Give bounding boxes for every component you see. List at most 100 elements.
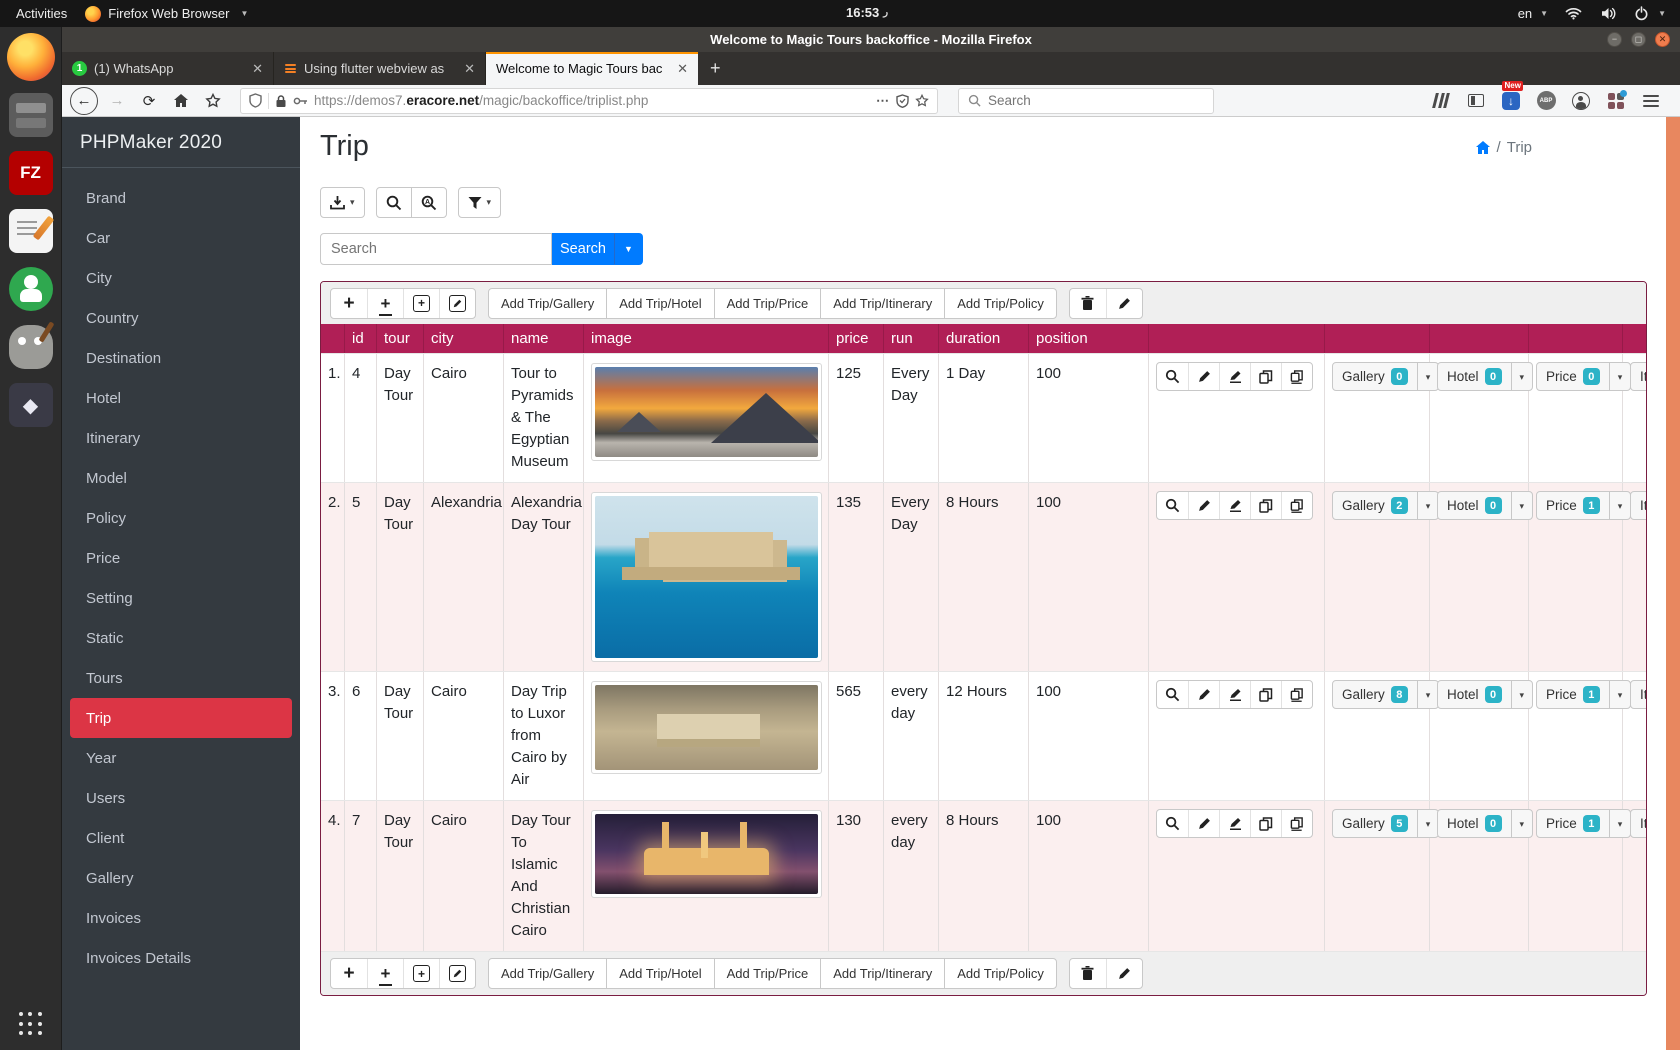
url-bar[interactable]: https://demos7.eracore.net/magic/backoff…: [240, 88, 938, 114]
tab-whatsapp[interactable]: 1 (1) WhatsApp ✕: [62, 52, 274, 85]
sidebar-item[interactable]: Trip: [70, 698, 292, 738]
copy-button[interactable]: [1250, 363, 1281, 390]
library-icon[interactable]: [1430, 90, 1452, 112]
tab-magic-tours[interactable]: Welcome to Magic Tours bac ✕: [486, 52, 698, 85]
bookmark-page-star-icon[interactable]: [915, 94, 929, 108]
grid-add-button[interactable]: +: [403, 959, 439, 988]
col-image[interactable]: image: [584, 324, 829, 353]
lock-icon[interactable]: [275, 94, 287, 108]
add-trip-hotel-button[interactable]: Add Trip/Hotel: [606, 288, 714, 319]
sidebar-item[interactable]: Client: [70, 818, 292, 858]
add-button[interactable]: +: [331, 959, 367, 988]
minimize-button[interactable]: −: [1607, 32, 1622, 47]
copy-button[interactable]: [1250, 810, 1281, 837]
dock-text-editor-icon[interactable]: [9, 209, 53, 253]
grid-add-button[interactable]: +: [403, 289, 439, 318]
sidebar-item[interactable]: Country: [70, 298, 292, 338]
col-id[interactable]: id: [345, 324, 377, 353]
sidebar-item[interactable]: Tours: [70, 658, 292, 698]
gallery-split-button[interactable]: Gallery5 ▾: [1332, 809, 1439, 838]
power-menu[interactable]: ▼: [1634, 6, 1666, 21]
pocket-shield-icon[interactable]: [896, 94, 909, 108]
hotel-split-button[interactable]: Hotel0 ▾: [1437, 680, 1533, 709]
clock[interactable]: 16:53 ر: [846, 5, 888, 20]
trip-photo[interactable]: [591, 492, 822, 662]
copy-underline-button[interactable]: [1281, 492, 1312, 519]
sidebar-item[interactable]: Policy: [70, 498, 292, 538]
gallery-split-button[interactable]: Gallery0 ▾: [1332, 362, 1439, 391]
col-name[interactable]: name: [504, 324, 584, 353]
edit-button[interactable]: [1188, 492, 1219, 519]
add-trip-itinerary-button[interactable]: Add Trip/Itinerary: [820, 288, 945, 319]
forward-button[interactable]: →: [104, 88, 130, 114]
sidebar-item[interactable]: Users: [70, 778, 292, 818]
sidebar-item[interactable]: Year: [70, 738, 292, 778]
trip-photo[interactable]: [591, 681, 822, 774]
sidebar-item[interactable]: Invoices: [70, 898, 292, 938]
edit-button[interactable]: [1188, 681, 1219, 708]
dock-gimp-icon[interactable]: [9, 325, 53, 369]
price-split-button[interactable]: Price1 ▾: [1536, 491, 1631, 520]
browser-search[interactable]: [958, 88, 1214, 114]
add-trip-price-button[interactable]: Add Trip/Price: [714, 288, 822, 319]
gallery-split-button[interactable]: Gallery8 ▾: [1332, 680, 1439, 709]
trip-photo[interactable]: [591, 363, 822, 461]
multi-edit-button[interactable]: [1106, 289, 1142, 318]
add-trip-gallery-button[interactable]: Add Trip/Gallery: [488, 958, 607, 989]
add-button[interactable]: +: [331, 289, 367, 318]
dock-files-icon[interactable]: [9, 93, 53, 137]
sidebar-item[interactable]: Car: [70, 218, 292, 258]
itinerary-split-button[interactable]: Itinerary: [1630, 680, 1647, 709]
itinerary-split-button[interactable]: Itinerary: [1630, 491, 1647, 520]
view-button[interactable]: [1157, 363, 1188, 390]
new-tab-button[interactable]: +: [698, 52, 733, 85]
add-inline-button[interactable]: +: [367, 289, 403, 318]
maximize-button[interactable]: ◻: [1631, 32, 1646, 47]
back-button[interactable]: ←: [70, 87, 98, 115]
sidebar-toggle-icon[interactable]: [1465, 90, 1487, 112]
hotel-split-button[interactable]: Hotel0 ▾: [1437, 362, 1533, 391]
dock-filezilla-icon[interactable]: FZ: [9, 151, 53, 195]
copy-button[interactable]: [1250, 681, 1281, 708]
export-button[interactable]: ▾: [320, 187, 365, 218]
sidebar-item[interactable]: Static: [70, 618, 292, 658]
home-button[interactable]: [168, 88, 194, 114]
multi-edit-button[interactable]: [1106, 959, 1142, 988]
search-options-caret[interactable]: ▼: [614, 233, 643, 265]
delete-button[interactable]: [1070, 289, 1106, 318]
sidebar-item[interactable]: Gallery: [70, 858, 292, 898]
sidebar-item[interactable]: Model: [70, 458, 292, 498]
edit-button[interactable]: [1188, 810, 1219, 837]
reload-button[interactable]: ⟳: [136, 88, 162, 114]
filter-button[interactable]: ▾: [458, 187, 502, 218]
url-text[interactable]: https://demos7.eracore.net/magic/backoff…: [314, 93, 870, 108]
inline-edit-button[interactable]: [1219, 492, 1250, 519]
col-price[interactable]: price: [829, 324, 884, 353]
tab-flutter-webview[interactable]: Using flutter webview as ✕: [274, 52, 486, 85]
home-icon[interactable]: [1475, 140, 1491, 155]
price-split-button[interactable]: Price0 ▾: [1536, 362, 1631, 391]
view-button[interactable]: [1157, 810, 1188, 837]
copy-button[interactable]: [1250, 492, 1281, 519]
shield-icon[interactable]: [249, 93, 262, 108]
col-position[interactable]: position: [1029, 324, 1149, 353]
trip-photo[interactable]: [591, 810, 822, 898]
window-titlebar[interactable]: Welcome to Magic Tours backoffice - Mozi…: [62, 27, 1680, 52]
activities-button[interactable]: Activities: [16, 6, 67, 21]
itinerary-split-button[interactable]: Itinerary: [1630, 362, 1647, 391]
add-trip-price-button[interactable]: Add Trip/Price: [714, 958, 822, 989]
view-button[interactable]: [1157, 681, 1188, 708]
copy-underline-button[interactable]: [1281, 363, 1312, 390]
inline-edit-button[interactable]: [1219, 810, 1250, 837]
itinerary-split-button[interactable]: Itinerary: [1630, 809, 1647, 838]
gallery-split-button[interactable]: Gallery2 ▾: [1332, 491, 1439, 520]
inline-edit-button[interactable]: [1219, 363, 1250, 390]
price-split-button[interactable]: Price1 ▾: [1536, 809, 1631, 838]
delete-button[interactable]: [1070, 959, 1106, 988]
browser-search-input[interactable]: [988, 93, 1204, 108]
add-trip-policy-button[interactable]: Add Trip/Policy: [944, 288, 1057, 319]
show-applications-icon[interactable]: [19, 1012, 43, 1036]
search-submit-button[interactable]: Search: [552, 233, 614, 265]
menu-hamburger-icon[interactable]: [1640, 90, 1662, 112]
inline-edit-button[interactable]: [1219, 681, 1250, 708]
